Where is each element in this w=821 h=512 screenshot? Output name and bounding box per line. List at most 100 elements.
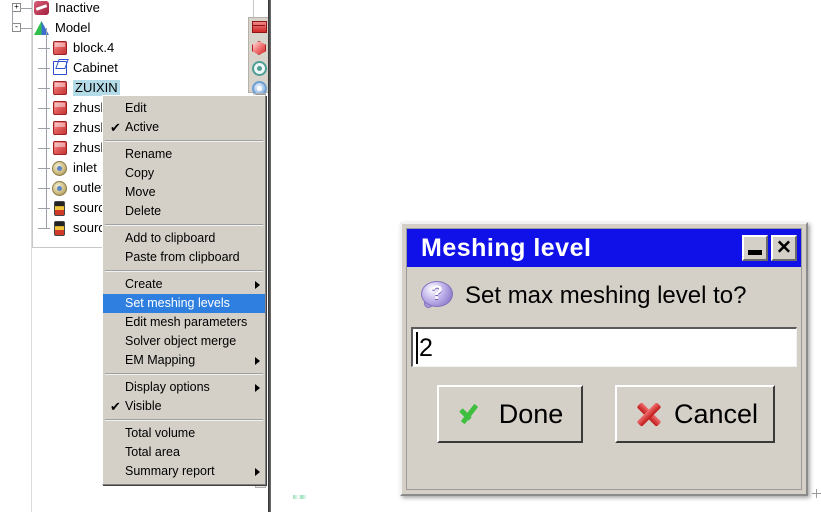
inactive-icon — [34, 0, 50, 16]
menu-item-label: Set meshing levels — [125, 296, 230, 310]
menu-item-visible[interactable]: ✔ Visible — [103, 397, 265, 416]
question-bubble-icon: ? — [421, 281, 455, 311]
menu-item-label: Total volume — [125, 426, 196, 440]
enclosure-icon[interactable] — [250, 21, 268, 39]
tree-item-inlet[interactable]: inlet — [38, 158, 97, 178]
tree-connector — [38, 168, 50, 169]
submenu-arrow-icon — [255, 357, 260, 365]
tree-item-label: ZUIXIN — [73, 80, 120, 96]
dialog-titlebar: Meshing level ✕ — [407, 229, 801, 267]
meshing-level-input[interactable]: 2 — [411, 327, 797, 367]
tree-item-outlet[interactable]: outlet — [38, 178, 105, 198]
menu-item-edit[interactable]: Edit — [103, 99, 265, 118]
block-cube-icon[interactable] — [250, 41, 268, 59]
tree-vertical-line — [46, 28, 47, 228]
panel-right-edge — [268, 0, 271, 512]
check-icon — [457, 401, 491, 427]
menu-item-total-volume[interactable]: Total volume — [103, 424, 265, 443]
menu-item-label: Summary report — [125, 464, 215, 478]
checkmark-icon: ✔ — [110, 399, 121, 414]
menu-item-copy[interactable]: Copy — [103, 164, 265, 183]
cancel-button[interactable]: Cancel — [615, 385, 775, 443]
menu-separator — [105, 373, 263, 375]
menu-item-edit-mesh-parameters[interactable]: Edit mesh parameters — [103, 313, 265, 332]
cancel-label: Cancel — [673, 398, 759, 429]
menu-separator — [105, 140, 263, 142]
menu-item-label: Active — [125, 120, 160, 134]
tree-connector — [38, 108, 50, 109]
menu-item-em-mapping[interactable]: EM Mapping — [103, 351, 265, 370]
menu-item-summary-report[interactable]: Summary report — [103, 462, 265, 481]
menu-item-label: EM Mapping — [125, 353, 196, 367]
menu-item-label: Copy — [125, 166, 155, 180]
red-cube-icon — [52, 140, 68, 156]
text-caret — [416, 332, 418, 364]
tree-item-model[interactable]: - Model — [12, 18, 91, 38]
tree-item-label: block.4 — [73, 40, 115, 55]
menu-item-label: Delete — [125, 204, 162, 218]
dialog-title: Meshing level — [421, 233, 592, 262]
fan-icon[interactable] — [250, 61, 268, 79]
dialog-inner-frame: Meshing level ✕ ? Set max meshing level … — [406, 228, 802, 490]
submenu-arrow-icon — [255, 384, 260, 392]
source-icon — [52, 200, 68, 216]
dialog-prompt-text: Set max meshing level to? — [465, 282, 747, 309]
done-button[interactable]: Done — [437, 385, 583, 443]
close-button[interactable]: ✕ — [771, 235, 797, 261]
tree-item-label: Cabinet — [73, 60, 118, 75]
menu-separator — [105, 419, 263, 421]
tree-item-label: Model — [55, 20, 91, 35]
tree-item-label: inlet — [73, 160, 97, 175]
menu-item-paste-from-clipboard[interactable]: Paste from clipboard — [103, 248, 265, 267]
menu-separator — [105, 270, 263, 272]
tree-item-cabinet[interactable]: Cabinet — [38, 58, 118, 78]
menu-item-total-area[interactable]: Total area — [103, 443, 265, 462]
dialog-button-row: Done Cancel — [407, 377, 801, 447]
tree-connector — [20, 28, 32, 29]
tree-vertical-line-root — [12, 6, 13, 28]
input-value: 2 — [419, 334, 433, 362]
done-label: Done — [498, 398, 564, 429]
menu-item-create[interactable]: Create — [103, 275, 265, 294]
menu-item-display-options[interactable]: Display options — [103, 378, 265, 397]
menu-item-label: Edit mesh parameters — [125, 315, 248, 329]
tree-connector — [38, 228, 50, 229]
minimize-button[interactable] — [742, 235, 768, 261]
close-icon: ✕ — [776, 237, 792, 259]
menu-item-label: Display options — [125, 380, 210, 394]
object-toolbar[interactable] — [248, 17, 270, 96]
menu-item-active[interactable]: ✔ Active — [103, 118, 265, 137]
tree-item-inactive[interactable]: + Inactive — [12, 0, 100, 18]
tree-connector — [38, 88, 50, 89]
menu-item-label: Move — [125, 185, 156, 199]
menu-item-set-meshing-levels[interactable]: Set meshing levels — [103, 294, 265, 313]
menu-item-label: Add to clipboard — [125, 231, 216, 245]
tree-item-block-4[interactable]: block.4 — [38, 38, 115, 58]
menu-item-label: Solver object merge — [125, 334, 237, 348]
menu-item-label: Visible — [125, 399, 162, 413]
tree-connector — [38, 208, 50, 209]
menu-item-add-to-clipboard[interactable]: Add to clipboard — [103, 229, 265, 248]
x-icon — [632, 400, 666, 428]
tree-item-label: outlet — [73, 180, 105, 195]
tree-connector — [38, 148, 50, 149]
red-cube-icon — [52, 40, 68, 56]
context-menu[interactable]: Edit ✔ Active Rename Copy Move Delete Add to cl… — [102, 95, 266, 485]
menu-item-solver-object-merge[interactable]: Solver object merge — [103, 332, 265, 351]
dialog-prompt-row: ? Set max meshing level to? — [407, 267, 801, 325]
checkmark-icon: ✔ — [110, 120, 121, 135]
fan-icon — [52, 160, 68, 176]
menu-item-rename[interactable]: Rename — [103, 145, 265, 164]
submenu-arrow-icon — [255, 468, 260, 476]
crosshair-cursor-icon — [812, 489, 821, 498]
menu-item-move[interactable]: Move — [103, 183, 265, 202]
tree-connector — [38, 68, 50, 69]
tree-connector — [38, 48, 50, 49]
tree-connector — [38, 188, 50, 189]
menu-item-delete[interactable]: Delete — [103, 202, 265, 221]
source-icon — [52, 220, 68, 236]
tree-connector — [20, 8, 32, 9]
tree-item-label: Inactive — [55, 0, 100, 15]
red-cube-icon — [52, 120, 68, 136]
menu-item-label: Total area — [125, 445, 180, 459]
